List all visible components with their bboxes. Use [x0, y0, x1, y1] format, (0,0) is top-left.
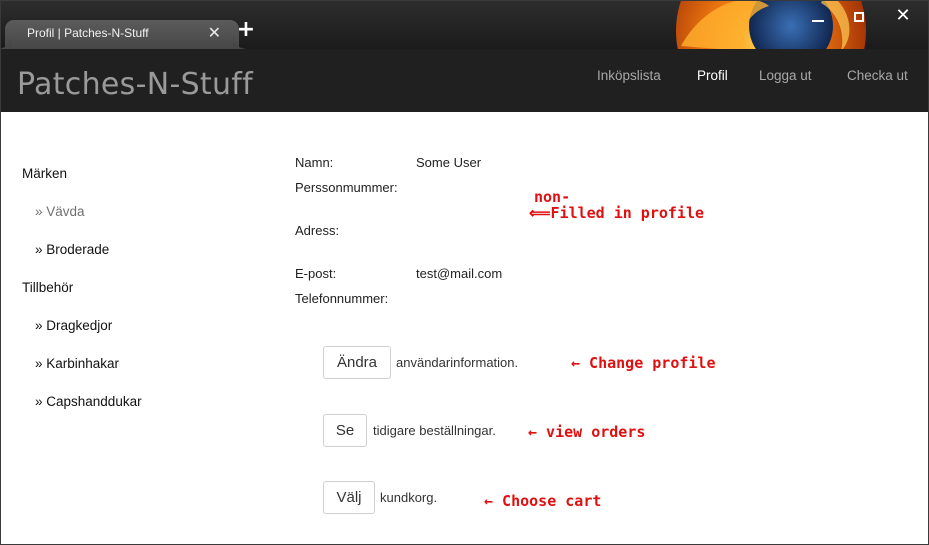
annotation-filled-profile: ⟸Filled in profile	[529, 204, 705, 222]
sidebar-item-capshanddukar[interactable]: » Capshanddukar	[35, 394, 142, 409]
choose-cart-button[interactable]: Välj	[323, 481, 375, 514]
app-window: Profil | Patches-N-Stuff ✕ + ✕ Patches-N…	[0, 0, 929, 545]
tab-close-icon[interactable]: ✕	[208, 24, 221, 42]
name-label: Namn:	[295, 155, 334, 170]
address-label: Adress:	[295, 223, 340, 238]
change-profile-text: användarinformation.	[396, 355, 519, 370]
email-value: test@mail.com	[416, 266, 503, 281]
sidebar-heading-marken[interactable]: Märken	[22, 166, 67, 181]
browser-tab[interactable]: Profil | Patches-N-Stuff ✕	[1, 20, 245, 49]
nav-logga-ut[interactable]: Logga ut	[759, 68, 812, 83]
email-label: E-post:	[295, 266, 337, 281]
phone-label: Telefonnummer:	[295, 291, 389, 306]
change-profile-button[interactable]: Ändra	[323, 346, 391, 379]
sidebar-item-karbinhakar[interactable]: » Karbinhakar	[35, 356, 119, 371]
sidebar-item-dragkedjor[interactable]: » Dragkedjor	[35, 318, 112, 333]
new-tab-icon[interactable]: +	[235, 19, 257, 41]
sidebar-heading-tillbehor[interactable]: Tillbehör	[22, 280, 73, 295]
nav-profil[interactable]: Profil	[697, 68, 728, 83]
nav-inkopslista[interactable]: Inköpslista	[597, 68, 661, 83]
ssn-label: Perssonmummer:	[295, 180, 398, 195]
browser-titlebar: Profil | Patches-N-Stuff ✕ + ✕	[1, 1, 928, 81]
name-value: Some User	[416, 155, 482, 170]
close-icon[interactable]: ✕	[894, 7, 912, 25]
maximize-icon[interactable]	[850, 7, 868, 25]
minimize-icon[interactable]	[809, 7, 827, 25]
annotation-choose-cart: ← Choose cart	[484, 492, 602, 510]
view-orders-button[interactable]: Se	[323, 414, 367, 447]
sidebar-item-broderade[interactable]: » Broderade	[35, 242, 109, 257]
sidebar-item-vavda[interactable]: » Vävda	[35, 204, 85, 219]
choose-cart-text: kundkorg.	[380, 490, 438, 505]
annotation-change-profile: ← Change profile	[571, 354, 716, 372]
site-brand[interactable]: Patches-N-Stuff	[17, 67, 253, 102]
nav-checka-ut[interactable]: Checka ut	[847, 68, 908, 83]
annotation-view-orders: ← view orders	[528, 423, 646, 441]
view-orders-text: tidigare beställningar.	[373, 423, 496, 438]
tab-title: Profil | Patches-N-Stuff	[27, 26, 149, 40]
site-header: Patches-N-Stuff Inköpslista Profil Logga…	[1, 49, 928, 112]
